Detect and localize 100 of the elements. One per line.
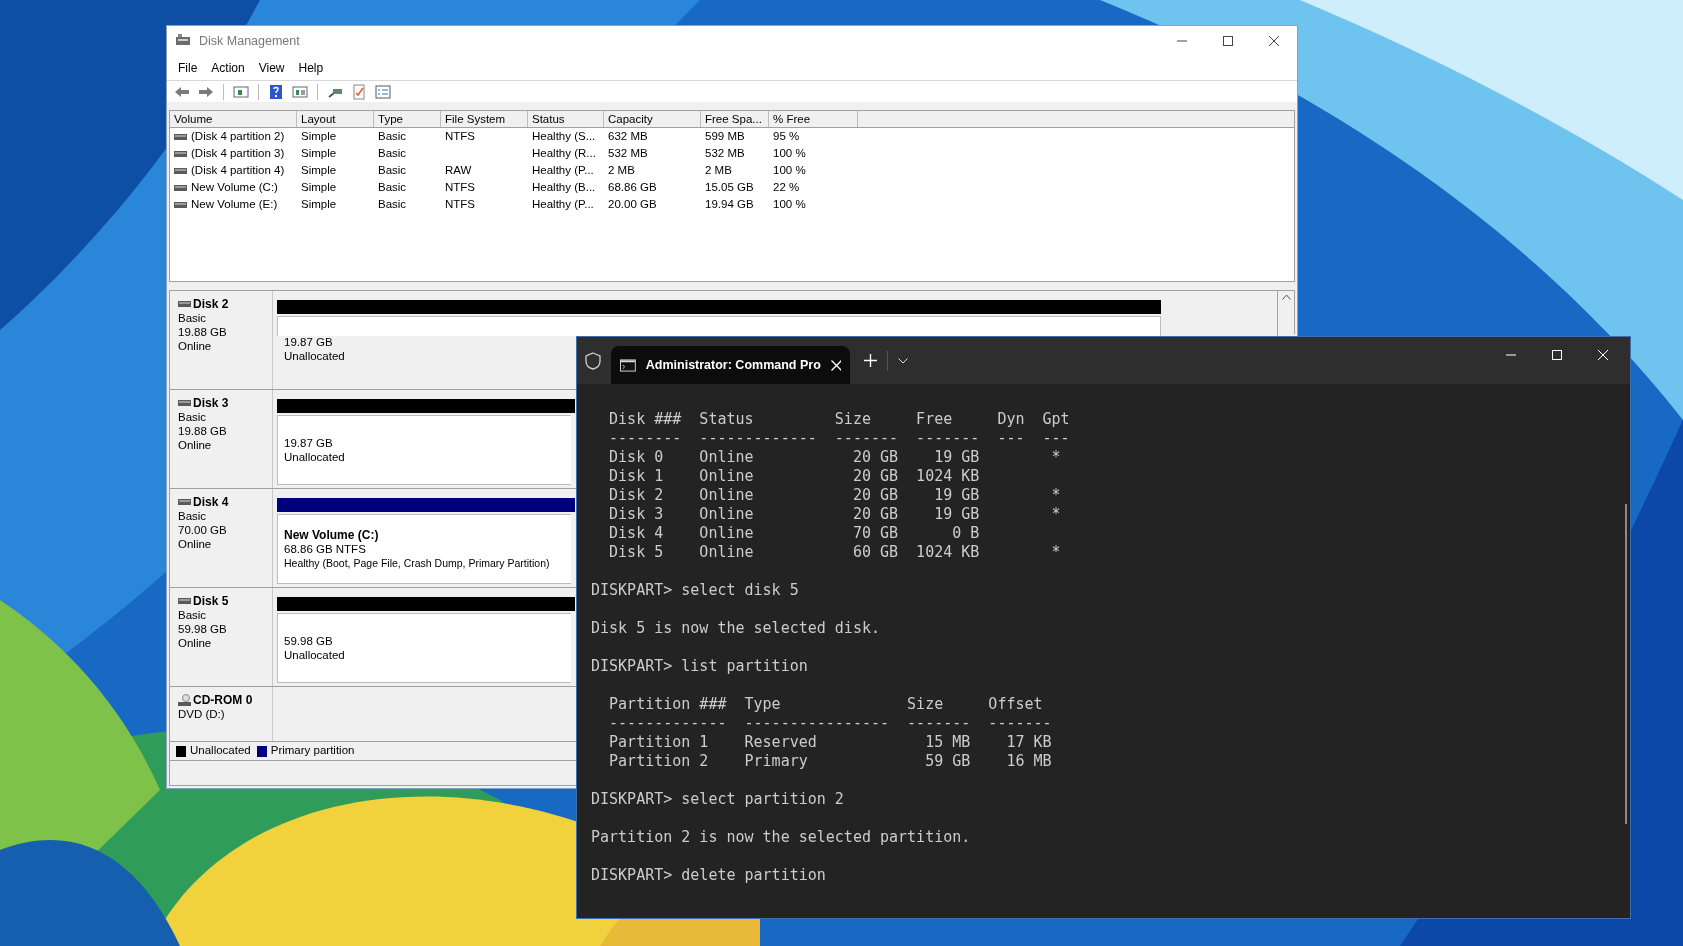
table-cell-text: 532 MB [705, 145, 745, 161]
disk-type: Basic [178, 311, 208, 325]
terminal-line: DISKPART> list partition [591, 657, 808, 676]
maximize-icon [1552, 350, 1562, 360]
table-cell-text: Basic [378, 179, 407, 195]
drive-icon [174, 167, 187, 174]
table-cell-text: 100 % [773, 162, 806, 178]
drive-icon [178, 598, 191, 604]
shield-icon [585, 351, 601, 370]
table-cell-text: (Disk 4 partition 4) [191, 162, 285, 178]
table-cell-text: 19.94 GB [705, 196, 754, 212]
partition-box[interactable]: 19.87 GB Unallocated [277, 415, 571, 485]
disk-type: Basic [178, 509, 208, 523]
disk-size: 59.98 GB [178, 622, 228, 636]
terminal-line: Partition ### Type Size Offset [608, 695, 1043, 714]
drive-icon [174, 150, 187, 157]
column-header[interactable]: Capacity [604, 111, 701, 127]
disk-type: DVD (D:) [178, 707, 226, 721]
drive-icon [174, 184, 187, 191]
terminal-line: DISKPART> select partition 2 [591, 790, 844, 809]
disk-label-panel[interactable]: Disk 3 Basic 19.88 GB Online [170, 390, 273, 488]
disk-name: Disk 5 [193, 594, 229, 608]
table-cell-text: (Disk 4 partition 2) [191, 128, 285, 144]
dropdown-icon[interactable] [898, 357, 908, 364]
scrollbar-thumb[interactable] [1625, 504, 1627, 824]
table-cell-text: Healthy (P... [532, 196, 594, 212]
drive-icon [174, 133, 187, 140]
table-cell-text: 95 % [773, 128, 800, 144]
table-cell-text: New Volume (C:) [191, 179, 278, 195]
column-header[interactable]: Type [374, 111, 441, 127]
disk-label-panel[interactable]: CD-ROM 0 DVD (D:) [170, 687, 273, 741]
disk-type: Basic [178, 410, 208, 424]
table-cell-text: Simple [301, 196, 337, 212]
column-header[interactable]: Volume [170, 111, 297, 127]
legend-label: Unallocated [190, 743, 251, 759]
partition-status: Unallocated [284, 349, 345, 363]
table-cell-text: 2 MB [608, 162, 635, 178]
close-icon [1269, 36, 1279, 46]
table-cell-text: Basic [378, 145, 407, 161]
partition-box[interactable]: New Volume (C:) 68.86 GB NTFS Healthy (Boot, Page File, Crash Dump, Primary Partition) [277, 514, 571, 584]
table-cell-text: 22 % [773, 179, 800, 195]
maximize-icon [1223, 36, 1233, 46]
terminal-line: Disk 0 Online 20 GB 19 GB * [608, 448, 1061, 467]
terminal-line: Disk ### Status Size Free Dyn Gpt [608, 410, 1070, 429]
column-header[interactable]: % Free [769, 111, 858, 127]
partition-status: Unallocated [284, 450, 345, 464]
disk-label-panel[interactable]: Disk 5 Basic 59.98 GB Online [170, 588, 273, 686]
terminal-line: Disk 1 Online 20 GB 1024 KB [608, 467, 980, 486]
table-cell-text: 68.86 GB [608, 179, 657, 195]
table-cell-text: Simple [301, 179, 337, 195]
table-cell-text: 599 MB [705, 128, 745, 144]
table-cell-text: NTFS [445, 196, 476, 212]
column-header[interactable]: Status [528, 111, 604, 127]
terminal-line: Partition 2 Primary 59 GB 16 MB [608, 752, 1052, 771]
column-header[interactable]: File System [441, 111, 528, 127]
column-header[interactable]: Free Spa... [701, 111, 769, 127]
close-icon[interactable] [830, 359, 841, 371]
scroll-up-icon[interactable] [1281, 294, 1291, 300]
terminal-line: Disk 3 Online 20 GB 19 GB * [608, 505, 1061, 524]
disk-status: Online [178, 636, 213, 650]
table-cell-text: (Disk 4 partition 3) [191, 145, 285, 161]
disk-name: Disk 3 [193, 396, 229, 410]
table-cell-text: Basic [378, 128, 407, 144]
table-cell-text: Basic [378, 196, 407, 212]
terminal-tab[interactable]: Administrator: Command Pro [611, 346, 850, 384]
terminal-line: Disk 5 is now the selected disk. [591, 619, 880, 638]
terminal-line: Partition 2 is now the selected partition. [591, 828, 971, 847]
table-cell-text: 20.00 GB [608, 196, 657, 212]
close-icon [1598, 350, 1608, 360]
menu-item[interactable]: View [251, 59, 292, 77]
terminal-line: Disk 2 Online 20 GB 19 GB * [608, 486, 1061, 505]
menu-item[interactable]: Action [204, 59, 252, 77]
table-cell-text: Healthy (B... [532, 179, 596, 195]
terminal-line: ------------- ---------------- ------- ------- [608, 714, 1052, 733]
disk-size: 70.00 GB [178, 523, 228, 537]
disk-size: 19.88 GB [178, 325, 228, 339]
drive-icon [178, 400, 191, 406]
new-tab-icon[interactable] [864, 354, 877, 367]
disk-label-panel[interactable]: Disk 2 Basic 19.88 GB Online [170, 291, 273, 389]
command-prompt-icon [620, 358, 636, 372]
drive-icon [178, 301, 191, 307]
disk-status: Online [178, 438, 213, 452]
disc-drive-icon [178, 694, 191, 706]
menu-item[interactable]: File [171, 59, 205, 77]
terminal-line: DISKPART> delete partition [591, 866, 826, 885]
table-cell-text: Simple [301, 162, 337, 178]
table-cell-text: Healthy (P... [532, 162, 594, 178]
column-header[interactable]: Layout [297, 111, 374, 127]
disk-name: Disk 4 [193, 495, 229, 509]
table-cell-text: NTFS [445, 128, 476, 144]
disk-name: Disk 2 [193, 297, 229, 311]
table-cell-text: 2 MB [705, 162, 732, 178]
drive-icon [174, 201, 187, 208]
partition-box[interactable]: 59.98 GB Unallocated [277, 613, 571, 683]
disk-label-panel[interactable]: Disk 4 Basic 70.00 GB Online [170, 489, 273, 587]
partition-name: New Volume (C:) [284, 528, 379, 542]
disk-status: Online [178, 339, 213, 353]
scrollbar[interactable] [1278, 290, 1295, 334]
legend-label: Primary partition [270, 743, 355, 759]
menu-item[interactable]: Help [291, 59, 331, 77]
